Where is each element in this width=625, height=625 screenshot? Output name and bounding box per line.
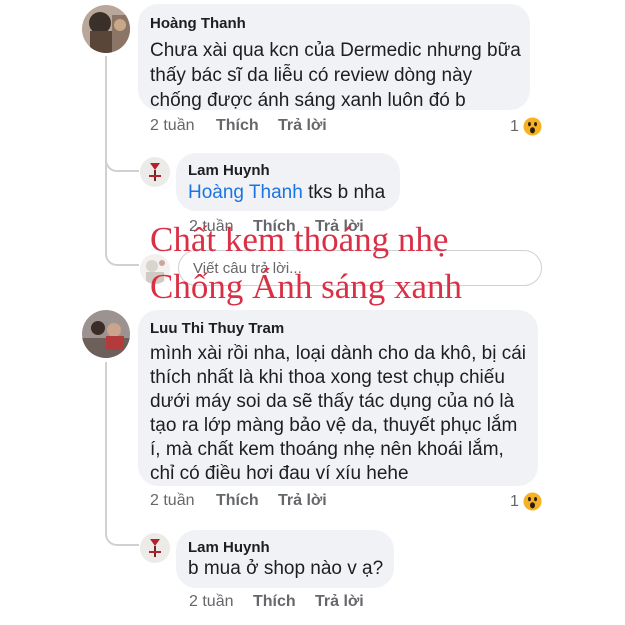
comment-text-line: í, mà chất kem thoáng nhẹ nên khoái lắm, — [150, 439, 504, 460]
thread-branch — [105, 240, 139, 266]
avatar-hoang-thanh[interactable] — [82, 5, 130, 53]
reply-text-rest: tks b nha — [302, 182, 386, 203]
comment-text-line: thích nhất là khi thoa xong test chụp ch… — [150, 367, 505, 388]
reply-button[interactable]: Trả lời — [315, 593, 364, 611]
wow-emoji-icon — [523, 117, 542, 136]
comment-text-line: mình xài rồi nha, loại dành cho da khô, … — [150, 343, 527, 364]
comment-text-line: chống được ánh sáng xanh luôn đó b — [150, 90, 466, 111]
comment-text-line: Chưa xài qua kcn của Dermedic nhưng bữa — [150, 40, 521, 61]
overlay-caption-line-2: Chống Ánh sáng xanh — [150, 267, 463, 306]
reaction-summary[interactable]: 1 — [510, 492, 542, 511]
overlay-caption-line-1: Chất kem thoáng nhẹ — [150, 220, 449, 259]
reaction-count: 1 — [510, 118, 519, 135]
reply-button[interactable]: Trả lời — [278, 492, 327, 510]
comment-text-line: thấy bác sĩ da liễu có review dòng này — [150, 65, 473, 86]
comment-author[interactable]: Hoàng Thanh — [150, 15, 246, 32]
reply-bubble-2: Lam Huynh b mua ở shop nào v ạ? — [176, 530, 394, 588]
thread-line — [105, 362, 107, 522]
reaction-count: 1 — [510, 493, 519, 510]
reply-author[interactable]: Lam Huynh — [188, 162, 270, 179]
avatar-lam-huynh[interactable] — [140, 533, 170, 563]
like-button[interactable]: Thích — [216, 117, 259, 135]
comment-timestamp[interactable]: 2 tuần — [150, 492, 194, 510]
comment-timestamp[interactable]: 2 tuần — [150, 117, 194, 135]
like-button[interactable]: Thích — [216, 492, 259, 510]
comment-bubble-1: Hoàng Thanh Chưa xài qua kcn của Dermedi… — [138, 4, 530, 111]
wow-emoji-icon — [523, 492, 542, 511]
mention-link[interactable]: Hoàng Thanh — [188, 182, 303, 203]
reply-author[interactable]: Lam Huynh — [188, 539, 270, 556]
thread-branch — [105, 150, 139, 172]
comment-author[interactable]: Luu Thi Thuy Tram — [150, 320, 284, 337]
thread-line — [105, 168, 107, 248]
comment-text-line: dưới máy soi da sẽ thấy tác dụng của nó … — [150, 391, 515, 412]
avatar-lam-huynh[interactable] — [140, 157, 170, 187]
comment-text-line: chỉ có điều hơi đau ví xíu hehe — [150, 463, 409, 484]
comment-bubble-2: Luu Thi Thuy Tram mình xài rồi nha, loại… — [138, 310, 538, 486]
like-button[interactable]: Thích — [253, 593, 296, 611]
reply-button[interactable]: Trả lời — [278, 117, 327, 135]
reply-text: Hoàng Thanh tks b nha — [188, 180, 385, 206]
avatar-luu-thi-thuy-tram[interactable] — [82, 310, 130, 358]
reply-bubble-1: Lam Huynh Hoàng Thanh tks b nha — [176, 153, 400, 211]
thread-branch — [105, 522, 139, 546]
reply-timestamp[interactable]: 2 tuần — [189, 593, 233, 611]
comment-text-line: tạo ra lớp màng bảo vệ da, thuyết phục l… — [150, 415, 518, 436]
reaction-summary[interactable]: 1 — [510, 117, 542, 136]
reply-text: b mua ở shop nào v ạ? — [188, 558, 384, 579]
